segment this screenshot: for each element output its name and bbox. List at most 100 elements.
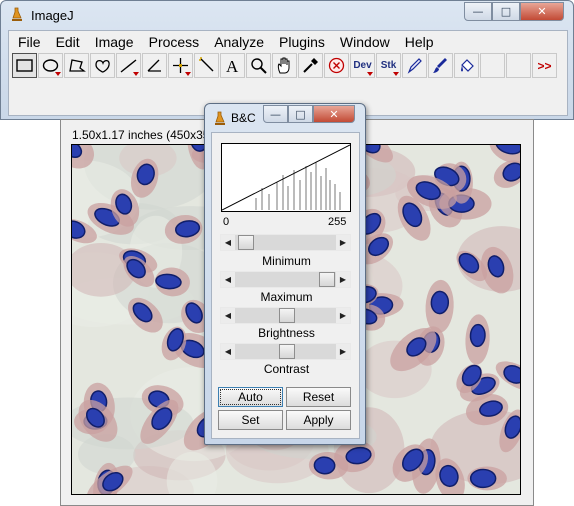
contrast-label: Contrast: [263, 362, 310, 376]
apply-button[interactable]: Apply: [286, 410, 351, 430]
dev-menu[interactable]: Dev: [350, 53, 375, 78]
brightness-contrast-dialog: B&C — □ ✕ 0 255 ◀ ▶ Minimum ◀ ▶ Maximum …: [204, 103, 366, 445]
point-tool[interactable]: [168, 53, 193, 78]
freehand-tool[interactable]: [90, 53, 115, 78]
nucleus: [313, 456, 336, 475]
imagej-app-icon: [12, 7, 22, 21]
reset-button[interactable]: Reset: [286, 387, 351, 407]
cell: [467, 466, 507, 491]
slider-right-arrow[interactable]: ▶: [336, 344, 350, 359]
histogram-plot: [221, 143, 351, 212]
slider-left-arrow[interactable]: ◀: [221, 344, 235, 359]
rectangle-icon: [16, 59, 33, 72]
wand-icon: [199, 57, 214, 72]
clear-macro-tool[interactable]: [324, 53, 349, 78]
magnifier-tool[interactable]: [246, 53, 271, 78]
nucleus: [469, 468, 497, 489]
histogram-min-label: 0: [223, 216, 230, 228]
color-picker-tool[interactable]: [298, 53, 323, 78]
flood-fill-icon: [461, 59, 474, 72]
more-tools[interactable]: >>: [532, 53, 557, 78]
window-title: ImageJ: [31, 8, 74, 23]
slider-left-arrow[interactable]: ◀: [221, 235, 235, 250]
menu-file[interactable]: File: [9, 31, 47, 53]
slider-thumb[interactable]: [278, 308, 295, 323]
hand-tool[interactable]: [272, 53, 297, 78]
window-controls: — □ ✕: [464, 2, 564, 21]
polygon-icon: [69, 59, 86, 72]
brush-icon: [433, 58, 447, 73]
nucleus: [430, 290, 450, 315]
maximize-button[interactable]: □: [492, 2, 520, 21]
hand-icon: [277, 57, 290, 74]
text-tool[interactable]: A: [220, 53, 245, 78]
rectangle-tool[interactable]: [12, 53, 37, 78]
minimize-button[interactable]: —: [464, 2, 492, 21]
minimize-button[interactable]: —: [263, 105, 288, 123]
line-tool[interactable]: [116, 53, 141, 78]
set-button[interactable]: Set: [218, 410, 283, 430]
freehand-icon: [95, 59, 110, 73]
text-icon: A: [226, 57, 239, 75]
dialog-client: 0 255 ◀ ▶ Minimum ◀ ▶ Maximum ◀ ▶ Bright…: [211, 132, 360, 439]
menu-bar: File Edit Image Process Analyze Plugins Window…: [9, 31, 440, 53]
maximum-slider[interactable]: ◀ ▶: [220, 271, 351, 288]
cell: [465, 314, 490, 365]
menu-image[interactable]: Image: [86, 31, 140, 53]
lut-line: [221, 144, 351, 211]
cell: [425, 279, 454, 334]
wand-tool[interactable]: [194, 53, 219, 78]
stk-menu-label: Stk: [380, 60, 397, 71]
slider-left-arrow[interactable]: ◀: [221, 308, 235, 323]
menu-process[interactable]: Process: [140, 31, 206, 53]
dropdown-indicator-icon: [55, 72, 61, 76]
maximize-button[interactable]: □: [288, 105, 313, 123]
dropdown-indicator-icon: [133, 72, 139, 76]
polygon-tool[interactable]: [64, 53, 89, 78]
menu-window[interactable]: Window: [331, 31, 396, 53]
flood-fill-tool[interactable]: [454, 53, 479, 78]
minimum-label: Minimum: [262, 254, 311, 268]
imagej-main-window: ImageJ — □ ✕ File Edit Image Process Analyze…: [0, 0, 574, 120]
histogram-graph: [221, 144, 351, 211]
pencil-tool[interactable]: [402, 53, 427, 78]
imagej-app-icon: [215, 111, 225, 125]
menu-help[interactable]: Help: [396, 31, 440, 53]
color-picker-icon: [303, 58, 318, 73]
slider-left-arrow[interactable]: ◀: [221, 272, 235, 287]
slider-right-arrow[interactable]: ▶: [336, 308, 350, 323]
brightness-label: Brightness: [258, 326, 315, 340]
image-info-text: 1.50x1.17 inches (450x351: [72, 128, 212, 142]
magnifier-icon: [251, 58, 267, 74]
pencil-icon: [407, 58, 422, 74]
slider-thumb[interactable]: [318, 272, 335, 287]
slider-right-arrow[interactable]: ▶: [336, 272, 350, 287]
dialog-title: B&C: [231, 111, 256, 125]
dropdown-indicator-icon: [367, 72, 373, 76]
angle-tool[interactable]: [142, 53, 167, 78]
maximum-label: Maximum: [260, 290, 313, 304]
menu-edit[interactable]: Edit: [47, 31, 86, 53]
clear-macro-icon: [328, 57, 345, 74]
dev-menu-label: Dev: [353, 60, 372, 71]
slider-right-arrow[interactable]: ▶: [336, 235, 350, 250]
empty-tool-slot: [506, 53, 531, 78]
stk-menu[interactable]: Stk: [376, 53, 401, 78]
menu-analyze[interactable]: Analyze: [205, 31, 270, 53]
close-button[interactable]: ✕: [520, 2, 564, 21]
nucleus: [469, 323, 486, 348]
brightness-slider[interactable]: ◀ ▶: [220, 307, 351, 324]
minimum-slider[interactable]: ◀ ▶: [220, 234, 351, 251]
slider-thumb[interactable]: [238, 235, 255, 250]
auto-button[interactable]: Auto: [218, 387, 283, 407]
dropdown-indicator-icon: [185, 72, 191, 76]
close-button[interactable]: ✕: [313, 105, 355, 123]
svg-text:A: A: [226, 57, 239, 75]
slider-thumb[interactable]: [278, 344, 295, 359]
contrast-slider[interactable]: ◀ ▶: [220, 343, 351, 360]
dropdown-indicator-icon: [393, 72, 399, 76]
histogram-max-label: 255: [328, 216, 347, 228]
oval-tool[interactable]: [38, 53, 63, 78]
brush-tool[interactable]: [428, 53, 453, 78]
menu-plugins[interactable]: Plugins: [270, 31, 331, 53]
